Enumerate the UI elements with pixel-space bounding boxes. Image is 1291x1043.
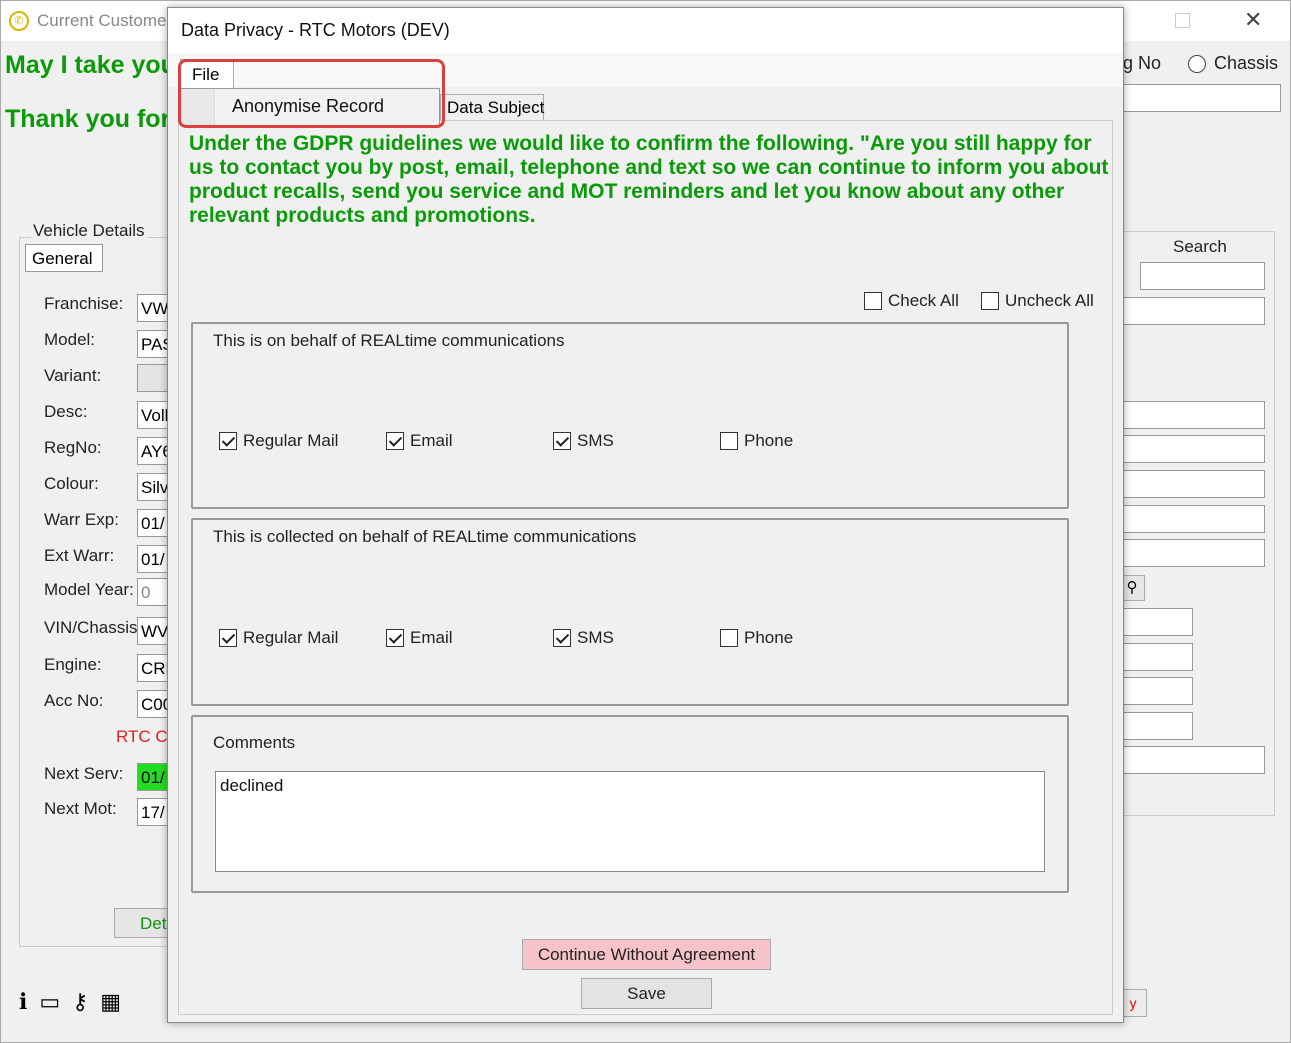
right-field-1[interactable] — [1123, 401, 1265, 429]
group2-regular-mail-checkbox[interactable] — [219, 629, 237, 647]
uncheck-all-checkbox[interactable]: Uncheck All — [981, 291, 1094, 311]
comments-group: Comments declined — [191, 715, 1069, 893]
collected-realtime-communications-group: This is collected on behalf of REALtime … — [191, 518, 1069, 706]
group1-sms-checkbox[interactable] — [553, 432, 571, 450]
menu-file[interactable]: File — [180, 59, 234, 89]
right-field-4[interactable] — [1123, 505, 1265, 533]
group1-regular-mail-label: Regular Mail — [243, 431, 339, 450]
dialog-titlebar: Data Privacy - RTC Motors (DEV) — [168, 8, 1123, 53]
regno-label: RegNo: — [44, 438, 102, 457]
group1-phone-option[interactable]: Phone — [720, 431, 793, 451]
right-field-7[interactable] — [1123, 643, 1193, 671]
check-all-box[interactable] — [864, 292, 882, 310]
group2-phone-label: Phone — [744, 628, 794, 647]
engine-label: Engine: — [44, 655, 102, 674]
group1-regular-mail-checkbox[interactable] — [219, 432, 237, 450]
group2-email-option[interactable]: Email — [386, 628, 453, 648]
desc-label: Desc: — [44, 402, 88, 421]
chassis-radio-label[interactable]: Chassis — [1214, 53, 1278, 74]
uncheck-all-label: Uncheck All — [1005, 291, 1094, 310]
warr-exp-label: Warr Exp: — [44, 510, 119, 529]
menu-item-anonymise-record[interactable]: Anonymise Record — [232, 96, 384, 117]
right-field-8[interactable] — [1123, 677, 1193, 705]
group2-regular-mail-option[interactable]: Regular Mail — [219, 628, 338, 648]
group2-sms-option[interactable]: SMS — [553, 628, 614, 648]
group1-phone-checkbox[interactable] — [720, 432, 738, 450]
maximize-icon[interactable] — [1175, 13, 1190, 28]
close-icon[interactable]: ✕ — [1244, 7, 1262, 33]
group1-sms-option[interactable]: SMS — [553, 431, 614, 451]
group2-email-label: Email — [410, 628, 453, 647]
rtc-status-text: RTC C — [116, 727, 168, 746]
check-all-label: Check All — [888, 291, 959, 310]
comments-textarea[interactable]: declined — [215, 771, 1045, 872]
right-field-5[interactable] — [1123, 539, 1265, 567]
search-label: Search — [1173, 237, 1227, 256]
acc-no-label: Acc No: — [44, 691, 104, 710]
colour-label: Colour: — [44, 474, 99, 493]
background-window-title: Current Custome — [37, 11, 167, 30]
right-field-6[interactable] — [1123, 608, 1193, 636]
group1-title: This is on behalf of REALtime communicat… — [213, 331, 565, 350]
next-serv-label: Next Serv: — [44, 764, 124, 783]
check-all-checkbox[interactable]: Check All — [864, 291, 959, 311]
group2-title: This is collected on behalf of REALtime … — [213, 527, 637, 546]
group2-phone-option[interactable]: Phone — [720, 628, 793, 648]
group2-phone-checkbox[interactable] — [720, 629, 738, 647]
greeting-line-1: May I take you — [5, 51, 176, 79]
continue-without-agreement-button[interactable]: Continue Without Agreement — [522, 939, 771, 970]
gdpr-notice-text: Under the GDPR guidelines we would like … — [189, 132, 1109, 227]
right-field-9[interactable] — [1123, 712, 1193, 740]
group1-regular-mail-option[interactable]: Regular Mail — [219, 431, 338, 451]
grid-icon[interactable]: ▦ — [100, 989, 121, 1015]
vin-chassis-label: VIN/Chassis — [44, 618, 138, 637]
right-field-3[interactable] — [1123, 470, 1265, 498]
realtime-communications-group: This is on behalf of REALtime communicat… — [191, 322, 1069, 509]
group2-regular-mail-label: Regular Mail — [243, 628, 339, 647]
model-label: Model: — [44, 330, 96, 349]
file-menu-dropdown: Anonymise Record — [180, 88, 440, 126]
group2-sms-label: SMS — [577, 628, 614, 647]
search-result-field[interactable] — [1123, 297, 1265, 325]
comments-label: Comments — [213, 733, 296, 752]
search-input[interactable] — [1140, 262, 1265, 290]
franchise-label: Franchise: — [44, 294, 124, 313]
key-icon[interactable]: ⚷ — [72, 989, 88, 1015]
bottom-toolbar: ℹ ▭ ⚷ ▦ — [19, 989, 121, 1015]
group1-email-label: Email — [410, 431, 453, 450]
details-button[interactable]: Det — [114, 908, 174, 938]
data-privacy-dialog: Data Privacy - RTC Motors (DEV) File Dat… — [167, 7, 1124, 1023]
menu-bar: File — [168, 53, 1123, 89]
tab-data-subject[interactable]: Data Subject — [440, 94, 544, 120]
group1-phone-label: Phone — [744, 431, 794, 450]
info-icon[interactable]: ℹ — [19, 989, 27, 1015]
dialog-title: Data Privacy - RTC Motors (DEV) — [181, 20, 450, 40]
search-field-top[interactable] — [1123, 84, 1281, 112]
group1-sms-label: SMS — [577, 431, 614, 450]
uncheck-all-box[interactable] — [981, 292, 999, 310]
card-icon[interactable]: ▭ — [39, 989, 60, 1015]
ext-warr-label: Ext Warr: — [44, 546, 115, 565]
greeting-line-2: Thank you for — [5, 105, 171, 133]
tab-general[interactable]: General — [25, 244, 103, 272]
save-button[interactable]: Save — [581, 978, 712, 1009]
menu-icon-gutter — [181, 89, 215, 125]
right-field-2[interactable] — [1123, 435, 1265, 463]
group1-email-checkbox[interactable] — [386, 432, 404, 450]
model-year-label: Model Year: — [44, 580, 134, 599]
vehicle-details-label: Vehicle Details — [31, 221, 147, 241]
variant-label: Variant: — [44, 366, 102, 385]
chassis-radio[interactable] — [1188, 55, 1206, 73]
right-field-10[interactable] — [1123, 746, 1265, 774]
group2-sms-checkbox[interactable] — [553, 629, 571, 647]
group2-email-checkbox[interactable] — [386, 629, 404, 647]
next-mot-label: Next Mot: — [44, 799, 117, 818]
group1-email-option[interactable]: Email — [386, 431, 453, 451]
phone-icon: ✆ — [9, 11, 29, 31]
